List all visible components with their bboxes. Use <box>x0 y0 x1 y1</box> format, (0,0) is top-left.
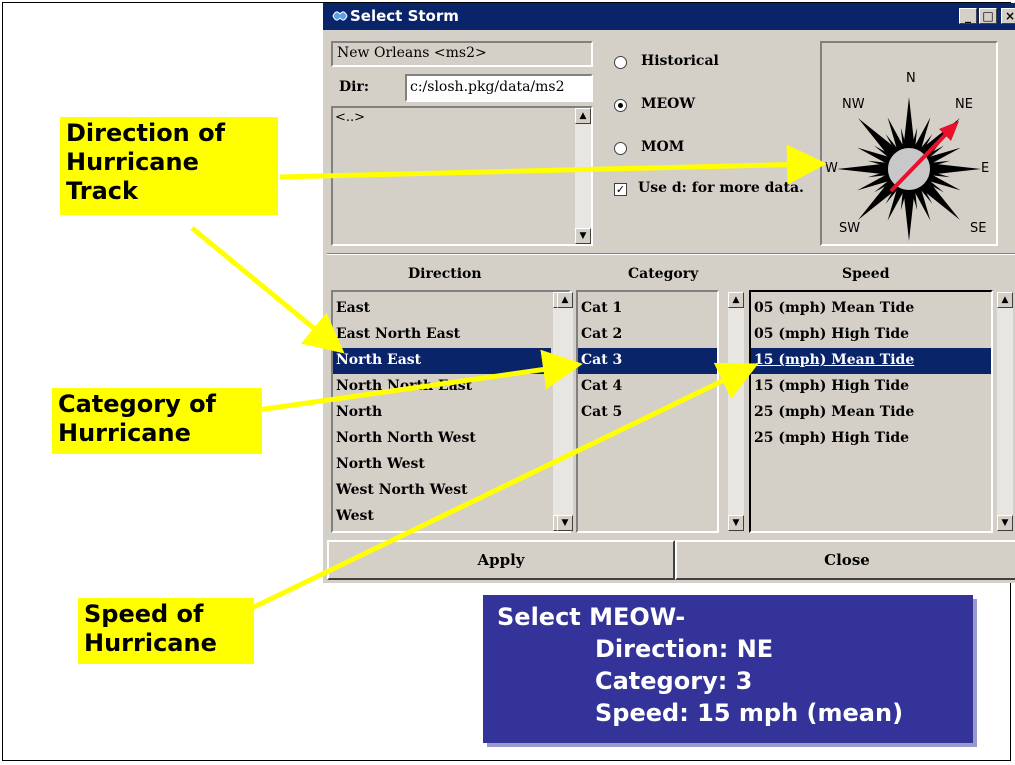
arrow-to-direction <box>190 226 345 354</box>
callout-category-line: Hurricane <box>58 419 191 447</box>
callout-category: Category of Hurricane <box>52 388 262 454</box>
callout-speed: Speed of Hurricane <box>78 598 254 664</box>
summary-speed: Speed: 15 mph (mean) <box>595 699 904 727</box>
arrow-to-compass <box>279 144 827 185</box>
callout-direction-line: Hurricane <box>66 148 199 176</box>
callout-direction: Direction of Hurricane Track <box>60 117 278 215</box>
summary-direction: Direction: NE <box>595 635 774 663</box>
callout-speed-line: Hurricane <box>84 629 217 657</box>
callout-direction-line: Direction of <box>66 119 226 147</box>
summary-title: Select MEOW- <box>497 603 686 631</box>
callout-direction-line: Track <box>66 177 138 205</box>
arrow-to-speed <box>250 362 759 611</box>
arrow-to-category <box>257 349 583 413</box>
callout-category-line: Category of <box>58 390 216 418</box>
summary-box: Select MEOW- Direction: NE Category: 3 S… <box>483 595 973 743</box>
callout-speed-line: Speed of <box>84 600 204 628</box>
summary-category: Category: 3 <box>595 667 753 695</box>
